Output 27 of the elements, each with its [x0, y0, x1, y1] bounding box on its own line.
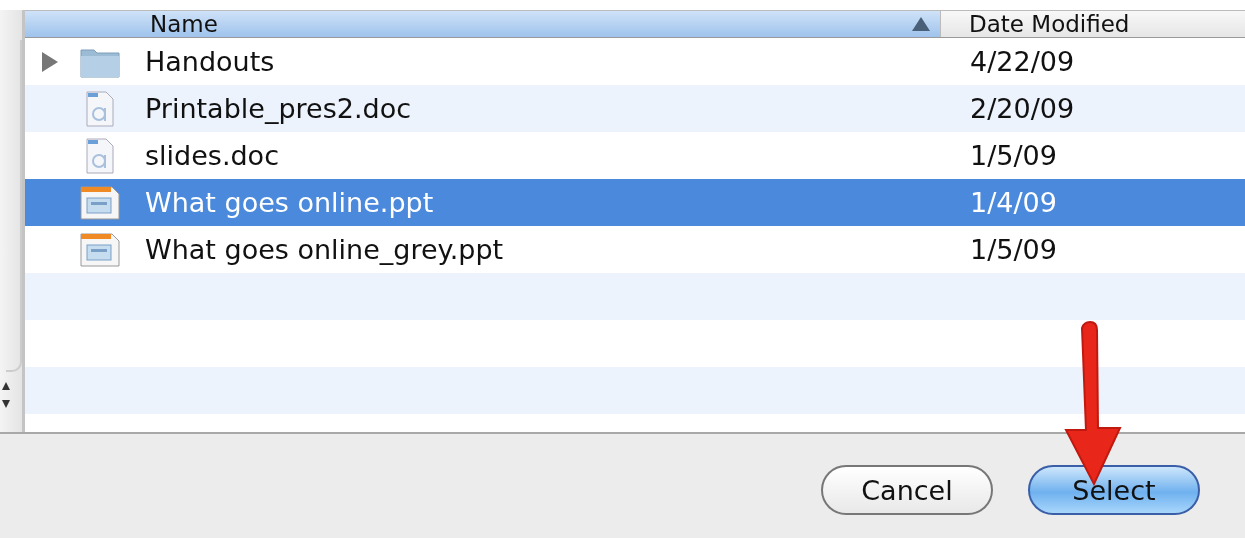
file-row[interactable]: Handouts 4/22/09	[25, 38, 1245, 85]
date-modified: 4/22/09	[969, 46, 1076, 77]
date-modified: 1/5/09	[969, 140, 1058, 171]
presentation-icon	[80, 232, 120, 267]
file-name: Handouts	[145, 46, 275, 77]
cancel-button[interactable]: Cancel	[821, 465, 993, 515]
file-name: What goes online_grey.ppt	[145, 234, 504, 265]
document-icon	[86, 90, 114, 127]
file-row[interactable]: Printable_pres2.doc 2/20/09	[25, 85, 1245, 132]
scroll-down-icon[interactable]	[2, 400, 10, 408]
disclosure-triangle-icon[interactable]	[42, 51, 58, 72]
date-modified: 2/20/09	[969, 93, 1076, 124]
file-row[interactable]: slides.doc 1/5/09	[25, 132, 1245, 179]
document-icon	[86, 137, 114, 174]
date-modified: 1/5/09	[969, 234, 1058, 265]
column-header[interactable]: Name	[25, 11, 940, 37]
scroll-up-icon[interactable]	[2, 382, 10, 390]
sort-ascending-icon	[912, 17, 930, 31]
file-name: Printable_pres2.doc	[145, 93, 411, 124]
presentation-icon	[80, 185, 120, 220]
file-row[interactable]: What goes online_grey.ppt 1/5/09	[25, 226, 1245, 273]
file-name: slides.doc	[145, 140, 279, 171]
select-button[interactable]: Select	[1028, 465, 1200, 515]
date-modified: 1/4/09	[969, 187, 1058, 218]
file-name: What goes online.ppt	[145, 187, 434, 218]
file-row[interactable]: What goes online.ppt 1/4/09	[25, 179, 1245, 226]
column-header[interactable]: Date Modified	[940, 11, 1245, 37]
